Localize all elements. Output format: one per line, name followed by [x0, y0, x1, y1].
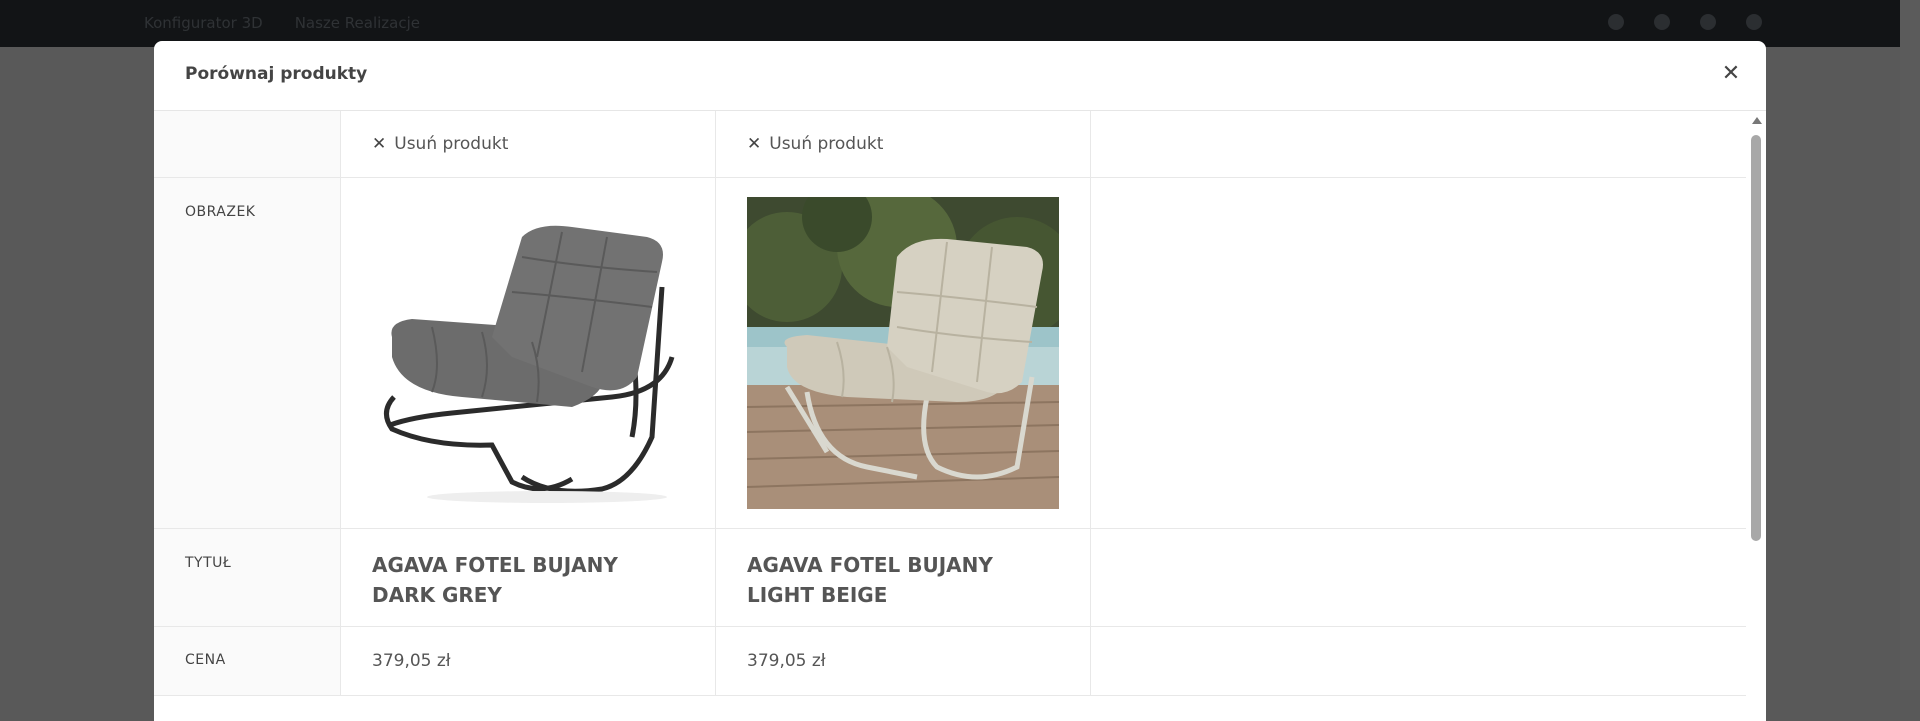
- nav-link-configurator[interactable]: Konfigurator 3D: [144, 14, 263, 32]
- close-icon: ✕: [372, 134, 387, 154]
- remove-product-label: Usuń produkt: [394, 134, 509, 154]
- product-image-dark-grey[interactable]: [372, 197, 684, 509]
- remove-product-button[interactable]: ✕ Usuń produkt: [372, 134, 508, 154]
- remove-product-button[interactable]: ✕ Usuń produkt: [747, 134, 883, 154]
- whatsapp-icon[interactable]: [1746, 14, 1762, 30]
- modal-header: Porównaj produkty ✕: [154, 41, 1766, 111]
- row-label-title: TYTUŁ: [185, 555, 232, 571]
- modal-scrollbar[interactable]: [1746, 111, 1766, 721]
- table-row-title: TYTUŁ AGAVA FOTEL BUJANY DARK GREY AGAVA…: [154, 528, 1746, 627]
- row-label-image: OBRAZEK: [185, 204, 256, 220]
- close-icon: ✕: [747, 134, 762, 154]
- scroll-up-icon[interactable]: [1752, 117, 1762, 124]
- nav-link-realizations[interactable]: Nasze Realizacje: [295, 14, 420, 32]
- table-row-price: CENA 379,05 zł 379,05 zł: [154, 626, 1746, 696]
- product-title-link[interactable]: AGAVA FOTEL BUJANY DARK GREY: [372, 529, 684, 610]
- compare-products-modal: Porównaj produkty ✕ ✕ Usuń produkt ✕ Usu…: [154, 41, 1766, 721]
- table-row-image: OBRAZEK: [154, 177, 1746, 529]
- close-icon[interactable]: ✕: [1720, 63, 1742, 85]
- remove-product-label: Usuń produkt: [769, 134, 884, 154]
- top-nav: Konfigurator 3D Nasze Realizacje: [144, 14, 420, 32]
- page-scrollbar[interactable]: [1900, 0, 1920, 690]
- product-price: 379,05 zł: [372, 651, 451, 671]
- compare-table-container: ✕ Usuń produkt ✕ Usuń produkt OBRAZEK TY…: [154, 111, 1746, 721]
- row-label-price: CENA: [185, 652, 226, 668]
- social-links: [1608, 14, 1762, 30]
- compare-table: ✕ Usuń produkt ✕ Usuń produkt OBRAZEK TY…: [154, 111, 1746, 696]
- instagram-icon[interactable]: [1654, 14, 1670, 30]
- modal-title: Porównaj produkty: [185, 64, 368, 84]
- product-image-light-beige[interactable]: [747, 197, 1059, 509]
- table-row-remove: ✕ Usuń produkt ✕ Usuń produkt: [154, 111, 1746, 178]
- scrollbar-thumb[interactable]: [1751, 135, 1761, 541]
- product-price: 379,05 zł: [747, 651, 826, 671]
- product-title-link[interactable]: AGAVA FOTEL BUJANY LIGHT BEIGE: [747, 529, 1059, 610]
- tiktok-icon[interactable]: [1700, 14, 1716, 30]
- facebook-icon[interactable]: [1608, 14, 1624, 30]
- top-navigation-bar: Konfigurator 3D Nasze Realizacje: [0, 0, 1900, 47]
